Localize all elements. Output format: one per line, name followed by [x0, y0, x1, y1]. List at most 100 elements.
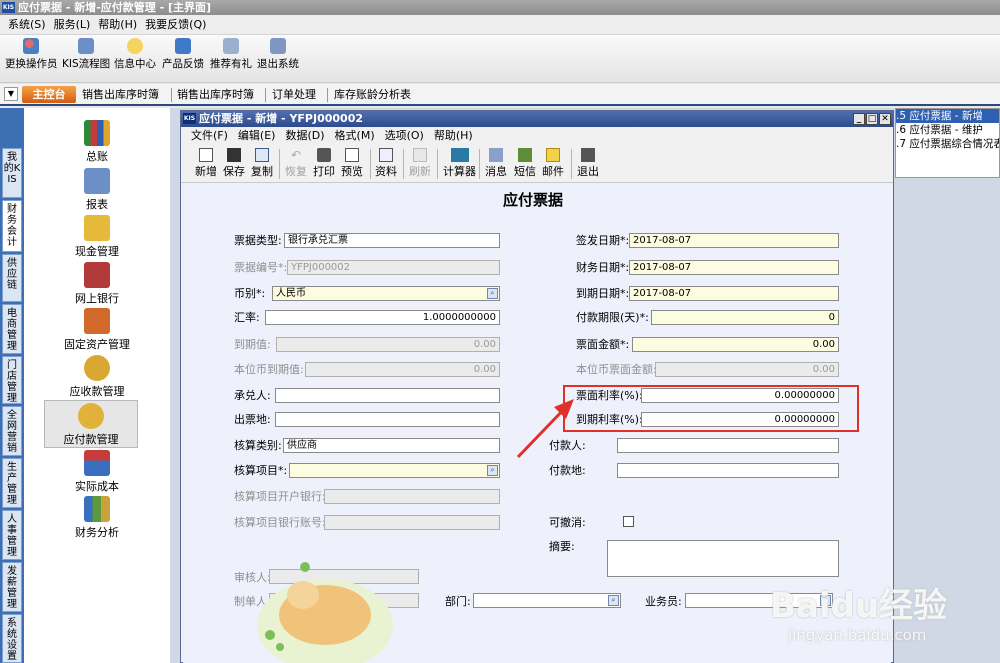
- undo-icon: ↶: [290, 148, 302, 162]
- issue-date-field[interactable]: 2017-08-07: [629, 233, 839, 248]
- side-item-receivables[interactable]: 应收款管理: [24, 355, 170, 399]
- tab-order-processing[interactable]: 订单处理: [272, 87, 316, 103]
- vtab-store[interactable]: 门店管理: [2, 356, 22, 404]
- collapse-arrow-icon[interactable]: ▼: [4, 87, 18, 101]
- side-item-payables[interactable]: 应付款管理: [44, 400, 138, 448]
- vtab-payroll[interactable]: 发薪管理: [2, 562, 22, 612]
- tab-inventory-aging[interactable]: 库存账龄分析表: [334, 87, 411, 103]
- side-item-fixed-assets[interactable]: 固定资产管理: [24, 308, 170, 352]
- issue-place-label: 出票地:: [234, 413, 271, 426]
- exchange-rate-field[interactable]: 1.0000000000: [265, 310, 500, 325]
- vtab-production[interactable]: 生产管理: [2, 458, 22, 508]
- message-button[interactable]: 消息: [485, 148, 507, 179]
- lookup-icon[interactable]: ⌕: [608, 595, 619, 606]
- menu-data[interactable]: 数据(D): [285, 129, 324, 142]
- acct-bank-field: [324, 489, 500, 504]
- list-item[interactable]: .5 应付票据 - 新增: [896, 109, 999, 123]
- acceptor-field[interactable]: [275, 388, 500, 403]
- acceptor-label: 承兑人:: [234, 389, 271, 402]
- maximize-button[interactable]: □: [866, 113, 878, 125]
- menu-help[interactable]: 帮助(H): [434, 129, 473, 142]
- dept-label: 部门:: [445, 595, 471, 608]
- module-vertical-tabs: 我的KIS 财务会计 供应链 电商管理 门店管理 全网营销 生产管理 人事管理 …: [0, 108, 24, 663]
- list-item[interactable]: .7 应付票据综合情况表: [896, 137, 999, 151]
- pay-place-field[interactable]: [617, 463, 839, 478]
- side-item-reports[interactable]: 报表: [24, 168, 170, 212]
- tab-sales-outbound-1[interactable]: 销售出库序时簿: [82, 87, 159, 103]
- due-date-field[interactable]: 2017-08-07: [629, 286, 839, 301]
- rate-label: 汇率:: [234, 311, 260, 324]
- copy-button[interactable]: 复制: [251, 148, 273, 179]
- restore-button: ↶ 恢复: [285, 148, 307, 178]
- close-button[interactable]: ✕: [879, 113, 891, 125]
- vtab-system-settings[interactable]: 系统设置: [2, 614, 22, 663]
- side-item-cash-management[interactable]: 现金管理: [24, 215, 170, 259]
- cash-icon: [84, 215, 110, 241]
- calculator-button[interactable]: 计算器: [443, 148, 476, 179]
- side-item-general-ledger[interactable]: 总账: [24, 120, 170, 164]
- recommend-gift-button[interactable]: 推荐有礼: [210, 38, 252, 71]
- switch-operator-button[interactable]: 更换操作员: [5, 38, 58, 71]
- save-button[interactable]: 保存: [223, 148, 245, 179]
- revocable-checkbox[interactable]: [623, 516, 634, 527]
- user-switch-icon: [23, 38, 40, 54]
- message-icon: [489, 148, 503, 162]
- mail-button[interactable]: 邮件: [542, 148, 564, 179]
- product-feedback-button[interactable]: 产品反馈: [162, 38, 204, 71]
- issue-place-field[interactable]: [275, 412, 500, 427]
- kis-logo-icon: KIS: [2, 2, 15, 13]
- payee-field[interactable]: [617, 438, 839, 453]
- data-button[interactable]: 资料: [375, 148, 397, 179]
- new-button[interactable]: 新增: [195, 148, 217, 179]
- menu-service[interactable]: 服务(L): [54, 18, 91, 31]
- menu-file[interactable]: 文件(F): [191, 129, 228, 142]
- exit-button[interactable]: 退出: [577, 148, 599, 179]
- list-item[interactable]: .6 应付票据 - 维护: [896, 123, 999, 137]
- module-side-panel: 总账 报表 现金管理 网上银行 固定资产管理 应收款管理 应付款管理 实际成本 …: [24, 108, 170, 663]
- baidu-watermark: Baidu经验 jingyan.baidu.com: [770, 570, 1000, 660]
- vtab-finance[interactable]: 财务会计: [2, 200, 22, 252]
- vtab-ecommerce[interactable]: 电商管理: [2, 304, 22, 354]
- vtab-my-kis[interactable]: 我的KIS: [2, 148, 22, 198]
- side-item-financial-analysis[interactable]: 财务分析: [24, 496, 170, 540]
- vtab-supply-chain[interactable]: 供应链: [2, 254, 22, 302]
- acct-item-field[interactable]: ⌕: [289, 463, 500, 478]
- vtab-hr[interactable]: 人事管理: [2, 510, 22, 560]
- finance-date-field[interactable]: 2017-08-07: [629, 260, 839, 275]
- menu-format[interactable]: 格式(M): [335, 129, 375, 142]
- vtab-marketing[interactable]: 全网营销: [2, 406, 22, 456]
- dept-field[interactable]: ⌕: [473, 593, 621, 608]
- kis-flowchart-button[interactable]: KIS流程图: [62, 38, 110, 71]
- lookup-icon[interactable]: ⌕: [487, 465, 498, 476]
- local-face-amount-label: 本位币票面金额:: [576, 363, 657, 376]
- acct-category-field[interactable]: 供应商: [283, 438, 500, 453]
- kis-logo-icon: KIS: [183, 113, 196, 124]
- tab-sales-outbound-2[interactable]: 销售出库序时簿: [177, 87, 254, 103]
- bill-type-field[interactable]: 银行承兑汇票: [284, 233, 500, 248]
- side-item-online-banking[interactable]: 网上银行: [24, 262, 170, 306]
- info-center-button[interactable]: 信息中心: [114, 38, 156, 71]
- print-button[interactable]: 打印: [313, 148, 335, 179]
- preview-button[interactable]: 预览: [341, 148, 363, 179]
- home-console-tab[interactable]: 主控台: [22, 86, 76, 103]
- issue-date-label: 签发日期*:: [576, 234, 630, 247]
- exit-system-button[interactable]: 退出系统: [257, 38, 299, 71]
- lookup-icon[interactable]: ⌕: [487, 288, 498, 299]
- payment-term-field[interactable]: 0: [651, 310, 839, 325]
- mail-icon: [546, 148, 560, 162]
- menu-feedback[interactable]: 我要反馈(Q): [145, 18, 206, 31]
- minimize-button[interactable]: _: [853, 113, 865, 125]
- currency-field[interactable]: 人民币 ⌕: [272, 286, 500, 301]
- acct-item-label: 核算项目*:: [234, 464, 288, 477]
- face-amount-field[interactable]: 0.00: [632, 337, 839, 352]
- menu-options[interactable]: 选项(O): [385, 129, 424, 142]
- gift-icon: [223, 38, 239, 54]
- side-item-actual-cost[interactable]: 实际成本: [24, 450, 170, 494]
- menu-help[interactable]: 帮助(H): [98, 18, 137, 31]
- sms-button[interactable]: 短信: [514, 148, 536, 179]
- menu-system[interactable]: 系统(S): [8, 18, 46, 31]
- menu-edit[interactable]: 编辑(E): [238, 129, 276, 142]
- finance-date-label: 财务日期*:: [576, 261, 630, 274]
- acct-bank-no-label: 核算项目银行账号:: [234, 516, 326, 529]
- acct-category-label: 核算类别:: [234, 439, 282, 452]
